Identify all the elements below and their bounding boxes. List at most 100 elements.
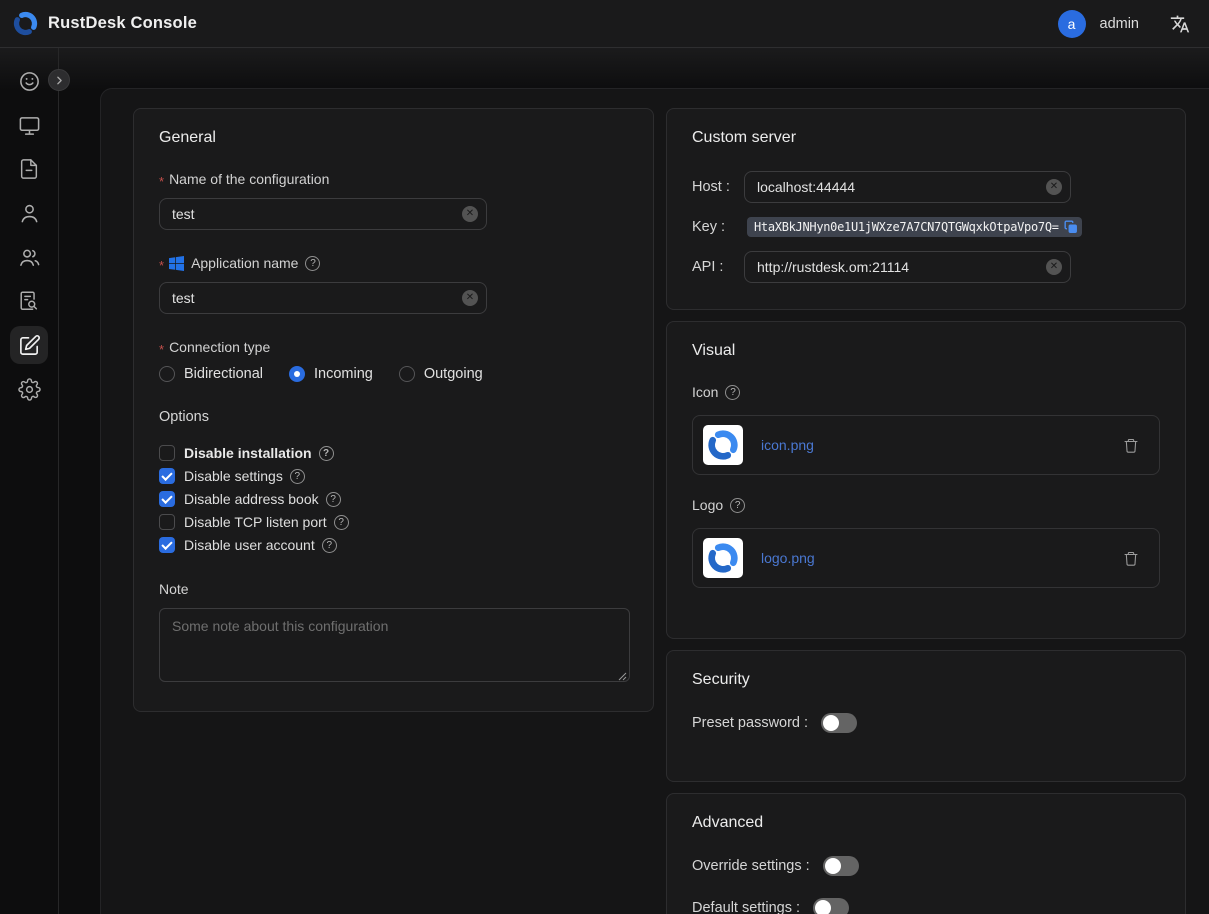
checkbox-checked-icon[interactable]	[159, 537, 175, 553]
clear-input-icon[interactable]: ✕	[462, 290, 478, 306]
override-settings-label: Override settings :	[692, 858, 810, 874]
required-asterisk: *	[159, 174, 164, 189]
icon-upload-row: icon.png	[692, 415, 1160, 475]
windows-logo-icon	[169, 256, 184, 271]
security-title: Security	[692, 671, 1160, 689]
brand: RustDesk Console	[12, 10, 197, 37]
radio-icon[interactable]	[159, 366, 175, 382]
sidebar-item-configurations[interactable]	[10, 326, 48, 364]
general-title: General	[159, 129, 628, 147]
checkbox-icon[interactable]	[159, 445, 175, 461]
key-value: HtaXBkJNHyn0e1U1jWXze7A7CN7QTGWqxkOtpaVp…	[754, 220, 1059, 234]
checkbox-icon[interactable]	[159, 514, 175, 530]
note-textarea[interactable]	[159, 608, 630, 682]
monitor-icon	[18, 114, 41, 137]
sidebar	[0, 48, 59, 914]
sidebar-item-dashboard[interactable]	[10, 62, 48, 100]
app-title: RustDesk Console	[48, 14, 197, 33]
smile-icon	[18, 70, 41, 93]
sidebar-item-documents[interactable]	[10, 150, 48, 188]
users-icon	[18, 246, 41, 269]
radio-bidirectional[interactable]: Bidirectional	[159, 366, 263, 382]
avatar[interactable]: a	[1058, 10, 1086, 38]
advanced-card: Advanced Override settings : Default set…	[666, 793, 1186, 914]
sidebar-item-devices[interactable]	[10, 106, 48, 144]
config-name-input[interactable]	[159, 198, 487, 230]
sidebar-item-audit[interactable]	[10, 282, 48, 320]
radio-icon[interactable]	[399, 366, 415, 382]
connection-type-label: * Connection type	[159, 339, 628, 355]
visual-card: Visual Icon ? icon.png	[666, 321, 1186, 639]
sidebar-item-users[interactable]	[10, 194, 48, 232]
default-settings-label: Default settings :	[692, 900, 800, 914]
help-icon[interactable]: ?	[725, 385, 740, 400]
required-asterisk: *	[159, 342, 164, 357]
radio-incoming[interactable]: Incoming	[289, 366, 373, 382]
key-chip: HtaXBkJNHyn0e1U1jWXze7A7CN7QTGWqxkOtpaVp…	[747, 217, 1082, 237]
clear-input-icon[interactable]: ✕	[1046, 259, 1062, 275]
main-panel: General * Name of the configuration ✕ * …	[100, 88, 1209, 914]
api-input[interactable]	[744, 251, 1071, 283]
required-asterisk: *	[159, 258, 164, 273]
general-card: General * Name of the configuration ✕ * …	[133, 108, 654, 712]
user-icon	[18, 202, 41, 225]
advanced-title: Advanced	[692, 814, 1160, 832]
audit-log-icon	[18, 290, 40, 312]
host-input[interactable]	[744, 171, 1071, 203]
checkbox-disable-installation[interactable]: Disable installation ?	[159, 445, 628, 461]
checkbox-disable-settings[interactable]: Disable settings ?	[159, 468, 628, 484]
config-name-label: * Name of the configuration	[159, 171, 628, 187]
sidebar-expand-button[interactable]	[48, 69, 70, 91]
checkbox-disable-tcp-listen-port[interactable]: Disable TCP listen port ?	[159, 514, 628, 530]
app-header: RustDesk Console a admin	[0, 0, 1209, 48]
sidebar-item-groups[interactable]	[10, 238, 48, 276]
security-card: Security Preset password :	[666, 650, 1186, 782]
clear-input-icon[interactable]: ✕	[1046, 179, 1062, 195]
logo-preview	[703, 538, 743, 578]
icon-file-link[interactable]: icon.png	[761, 437, 814, 453]
default-settings-toggle[interactable]	[813, 898, 849, 914]
key-label: Key :	[692, 219, 744, 235]
logo-file-link[interactable]: logo.png	[761, 550, 815, 566]
sidebar-item-settings[interactable]	[10, 370, 48, 408]
options-label: Options	[159, 409, 628, 425]
api-label: API :	[692, 259, 744, 275]
checkbox-checked-icon[interactable]	[159, 468, 175, 484]
application-name-label: * Application name ?	[159, 255, 628, 271]
delete-icon[interactable]	[1123, 437, 1139, 454]
help-icon[interactable]: ?	[730, 498, 745, 513]
edit-icon	[18, 334, 41, 357]
checkbox-checked-icon[interactable]	[159, 491, 175, 507]
checkbox-disable-address-book[interactable]: Disable address book ?	[159, 491, 628, 507]
logo-label: Logo ?	[692, 497, 1160, 513]
preset-password-label: Preset password :	[692, 715, 808, 731]
host-label: Host :	[692, 179, 744, 195]
note-label: Note	[159, 581, 628, 597]
resize-grip-icon[interactable]	[618, 672, 627, 681]
help-icon[interactable]: ?	[305, 256, 320, 271]
help-icon[interactable]: ?	[290, 469, 305, 484]
document-icon	[18, 158, 40, 180]
clear-input-icon[interactable]: ✕	[462, 206, 478, 222]
translate-icon[interactable]	[1169, 13, 1191, 35]
icon-preview	[703, 425, 743, 465]
help-icon[interactable]: ?	[334, 515, 349, 530]
help-icon[interactable]: ?	[322, 538, 337, 553]
settings-icon	[18, 378, 41, 401]
preset-password-toggle[interactable]	[821, 713, 857, 733]
radio-outgoing[interactable]: Outgoing	[399, 366, 483, 382]
delete-icon[interactable]	[1123, 550, 1139, 567]
application-name-input[interactable]	[159, 282, 487, 314]
connection-type-group: Bidirectional Incoming Outgoing	[159, 366, 628, 382]
custom-server-title: Custom server	[692, 129, 1160, 147]
radio-icon-selected[interactable]	[289, 366, 305, 382]
username[interactable]: admin	[1100, 16, 1140, 32]
help-icon[interactable]: ?	[319, 446, 334, 461]
checkbox-disable-user-account[interactable]: Disable user account ?	[159, 537, 628, 553]
header-shadow-band	[0, 48, 1209, 90]
override-settings-toggle[interactable]	[823, 856, 859, 876]
copy-icon[interactable]	[1064, 220, 1078, 234]
icon-label: Icon ?	[692, 384, 1160, 400]
help-icon[interactable]: ?	[326, 492, 341, 507]
visual-title: Visual	[692, 342, 1160, 360]
